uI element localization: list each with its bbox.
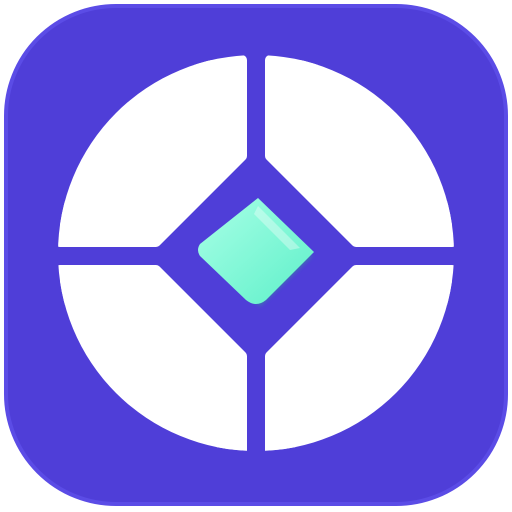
app-icon-canvas (0, 0, 512, 512)
logo-svg (4, 4, 508, 506)
app-logo-icon[interactable] (0, 0, 512, 512)
